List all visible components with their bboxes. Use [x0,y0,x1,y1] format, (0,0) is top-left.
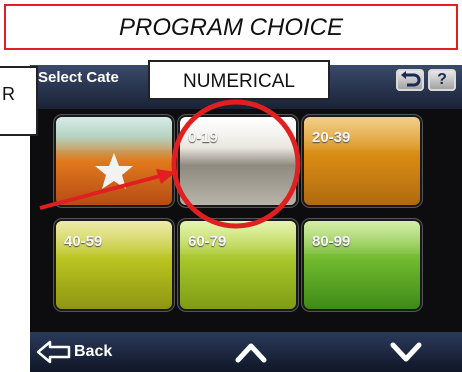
highlight-arrow-line [39,174,161,210]
highlight-circle [171,99,301,229]
highlight-overlay [39,99,301,229]
